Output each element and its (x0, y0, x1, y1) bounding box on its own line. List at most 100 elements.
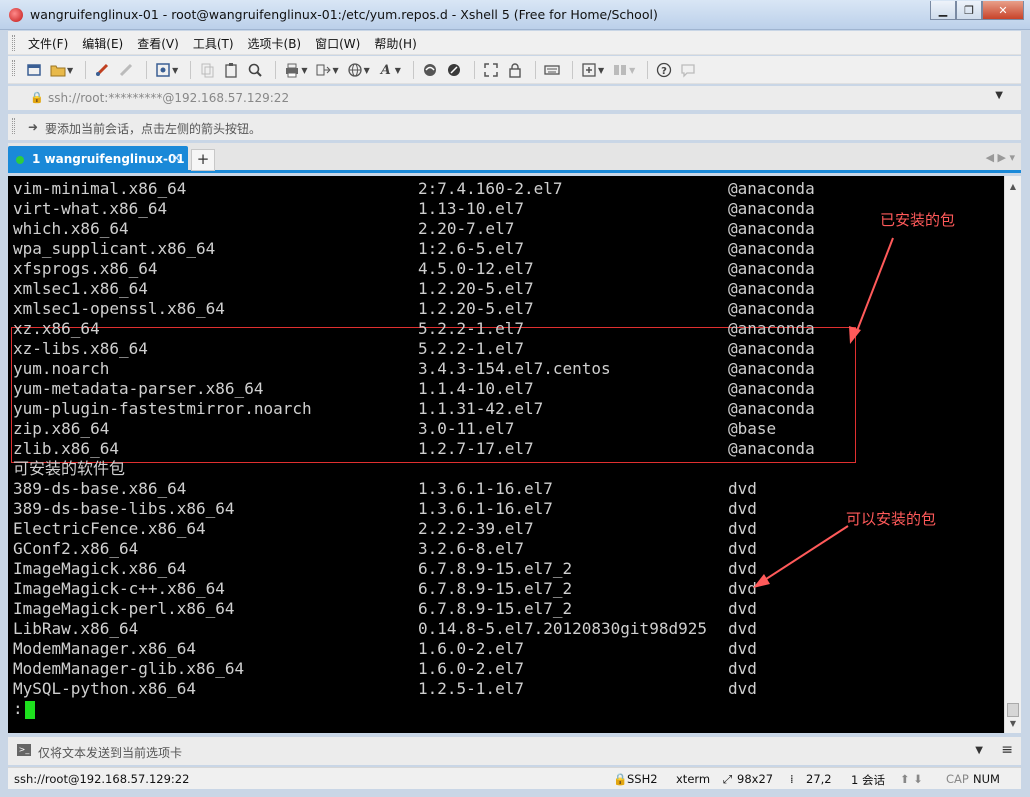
annotation-installed: 已安装的包 (880, 211, 956, 229)
menu-items: 文件(F) 编辑(E) 查看(V) 工具(T) 选项卡(B) 窗口(W) 帮助(… (28, 35, 431, 52)
status-sessions: 1 会话 (851, 773, 885, 787)
sessionbar-grip-icon (12, 118, 15, 134)
tab-label: 1 wangruifenglinux-01 (32, 152, 185, 166)
fullscreen-icon[interactable] (481, 60, 501, 80)
compose-dropdown-icon[interactable]: ▼ (975, 745, 983, 756)
menu-tabs[interactable]: 选项卡(B) (248, 35, 302, 52)
scroll-down-icon[interactable]: ▼ (1005, 715, 1021, 731)
status-numlock: NUM (973, 772, 1000, 786)
status-terminal-type: xterm (676, 772, 711, 786)
xmanager-icon[interactable] (444, 60, 464, 80)
status-size: 98x27 (737, 772, 774, 786)
tab-bar: 1 wangruifenglinux-01 × + ◀ ▶ ▾ (8, 143, 1021, 173)
menu-window[interactable]: 窗口(W) (315, 35, 360, 52)
address-dropdown-icon[interactable]: ▼ (995, 90, 1003, 101)
terminal[interactable]: vim-minimal.x86_64 2:7.4.160-2.el7 @anacon… (8, 176, 1004, 733)
restore-button[interactable]: ❐ (956, 1, 982, 20)
toolbar-divider (412, 61, 414, 79)
annotation-available: 可以安装的包 (846, 510, 937, 528)
transfer-dropdown-icon[interactable]: ▼ (332, 66, 338, 75)
compose-placeholder[interactable]: 仅将文本发送到当前选项卡 (38, 744, 182, 761)
session-bar: ➜ 要添加当前会话，点击左侧的箭头按钮。 (8, 114, 1021, 140)
font-dropdown-icon[interactable]: ▼ (395, 66, 401, 75)
add-tab-icon[interactable] (579, 60, 599, 80)
status-lock-icon: 🔒 (613, 772, 628, 786)
tab-session[interactable]: 1 wangruifenglinux-01 × (8, 146, 188, 173)
toolbar-divider (571, 61, 573, 79)
xshell-logo-icon (9, 8, 23, 22)
tab-close-icon[interactable]: × (171, 151, 182, 166)
window-title: wangruifenglinux-01 - root@wangruifengli… (30, 7, 658, 22)
properties-dropdown-icon[interactable]: ▼ (172, 66, 178, 75)
status-transfer-arrows-icon: ⬆ ⬇ (900, 772, 923, 786)
chat-icon[interactable] (678, 60, 698, 80)
menu-view[interactable]: 查看(V) (137, 35, 179, 52)
menu-file[interactable]: 文件(F) (28, 35, 68, 52)
add-tab-dropdown-icon[interactable]: ▼ (598, 66, 604, 75)
close-button[interactable]: ✕ (982, 1, 1024, 20)
annotation-arrows (753, 237, 894, 588)
status-connection: ssh://root@192.168.57.129:22 (14, 772, 190, 786)
status-bar: ssh://root@192.168.57.129:22 🔒 SSH2 xter… (8, 767, 1021, 789)
toolbar-grip-icon (12, 60, 15, 76)
connected-status-icon (16, 156, 24, 164)
open-dropdown-icon[interactable]: ▼ (67, 66, 73, 75)
lock-icon: 🔒 (30, 91, 44, 104)
print-dropdown-icon[interactable]: ▼ (301, 66, 307, 75)
address-bar[interactable]: 🔒 ssh://root:*********@192.168.57.129:22… (8, 86, 1021, 110)
installed-arrow-line (854, 237, 894, 337)
toolbar-divider (85, 61, 87, 79)
font-icon[interactable]: A (376, 60, 396, 80)
status-position: 27,2 (806, 772, 832, 786)
lock-icon[interactable] (505, 60, 525, 80)
globe-icon[interactable] (345, 60, 365, 80)
window-controls: ▁ ❐ ✕ (930, 1, 1024, 21)
toolbar-divider (146, 61, 148, 79)
keyboard-icon[interactable] (542, 60, 562, 80)
toolbar-divider (534, 61, 536, 79)
svg-text:?: ? (661, 66, 667, 77)
open-folder-icon[interactable] (48, 60, 68, 80)
title-bar: wangruifenglinux-01 - root@wangruifengli… (0, 0, 1030, 30)
properties-icon[interactable] (153, 60, 173, 80)
paste-icon[interactable] (221, 60, 241, 80)
compose-icon: >_ (17, 744, 31, 756)
tab-navigation[interactable]: ◀ ▶ ▾ (986, 151, 1015, 164)
menu-tools[interactable]: 工具(T) (193, 35, 234, 52)
available-arrow-line (759, 525, 849, 584)
add-session-arrow-icon[interactable]: ➜ (28, 120, 38, 134)
disconnect-icon[interactable] (116, 60, 136, 80)
status-caps: CAP (946, 772, 969, 786)
toolbar-divider (190, 61, 192, 79)
globe-dropdown-icon[interactable]: ▼ (364, 66, 370, 75)
toolbar-divider (647, 61, 649, 79)
terminal-scrollbar[interactable]: ▲ ▼ (1004, 176, 1021, 733)
new-tab-button[interactable]: + (191, 149, 215, 171)
scroll-up-icon[interactable]: ▲ (1005, 178, 1021, 194)
session-hint-text: 要添加当前会话，点击左侧的箭头按钮。 (45, 122, 262, 136)
status-protocol: SSH2 (627, 772, 658, 786)
layout-icon[interactable] (610, 60, 630, 80)
layout-dropdown-icon[interactable]: ▼ (629, 66, 635, 75)
help-icon[interactable]: ? (654, 60, 674, 80)
compose-bar[interactable]: >_ 仅将文本发送到当前选项卡 ▼ ≡ (8, 737, 1021, 765)
xftp-icon[interactable] (420, 60, 440, 80)
menu-edit[interactable]: 编辑(E) (82, 35, 123, 52)
print-icon[interactable] (282, 60, 302, 80)
status-position-icon: ⁞ (790, 772, 794, 786)
copy-icon[interactable] (197, 60, 217, 80)
address-text[interactable]: ssh://root:*********@192.168.57.129:22 (48, 91, 289, 105)
status-size-icon: ⤢ (723, 772, 733, 786)
minimize-button[interactable]: ▁ (930, 1, 956, 20)
find-icon[interactable] (245, 60, 265, 80)
transfer-icon[interactable] (313, 60, 333, 80)
toolbar: ▼ ▼ ▼ ▼ ▼ A ▼ ▼ ▼ ? (8, 56, 1021, 84)
menu-help[interactable]: 帮助(H) (374, 35, 416, 52)
toolbar-divider (473, 61, 475, 79)
menu-bar: 文件(F) 编辑(E) 查看(V) 工具(T) 选项卡(B) 窗口(W) 帮助(… (8, 31, 1021, 55)
installed-arrow-head (849, 326, 861, 344)
compose-menu-icon[interactable]: ≡ (1001, 742, 1013, 758)
new-session-icon[interactable] (24, 60, 44, 80)
available-arrow-head (753, 574, 770, 588)
reconnect-icon[interactable] (92, 60, 112, 80)
